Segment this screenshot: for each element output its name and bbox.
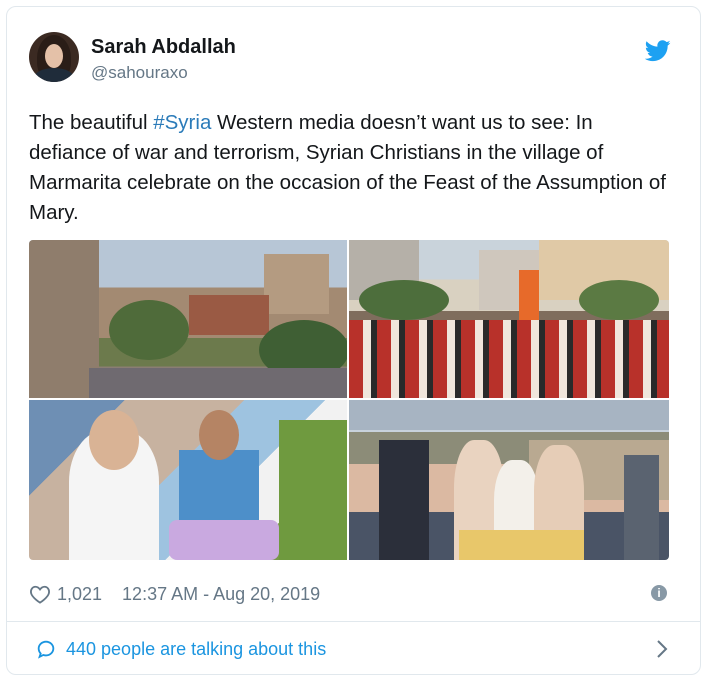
tweet-media-grid <box>29 240 669 560</box>
author-handle[interactable]: @sahouraxo <box>91 63 188 83</box>
tweet-text-before: The beautiful <box>29 111 154 134</box>
photo-parade-crowd[interactable] <box>349 240 669 398</box>
speech-bubble-icon <box>37 640 55 659</box>
heart-icon[interactable] <box>29 584 51 604</box>
hashtag-link[interactable]: #Syria <box>153 111 211 134</box>
info-icon[interactable]: i <box>651 585 667 601</box>
author-avatar[interactable] <box>29 32 79 82</box>
tweet-text: The beautiful #Syria Western media doesn… <box>29 108 669 228</box>
conversation-link[interactable]: 440 people are talking about this <box>6 622 701 675</box>
chevron-right-icon <box>657 640 668 658</box>
photo-festival-float[interactable] <box>29 400 347 560</box>
like-count[interactable]: 1,021 <box>57 584 102 605</box>
photo-village-street[interactable] <box>29 240 347 398</box>
author-display-name[interactable]: Sarah Abdallah <box>91 36 236 59</box>
tweet-timestamp[interactable]: 12:37 AM - Aug 20, 2019 <box>122 584 320 605</box>
conversation-label: 440 people are talking about this <box>66 639 327 659</box>
photo-girls-street[interactable] <box>349 400 669 560</box>
twitter-bird-icon[interactable] <box>645 40 671 62</box>
tweet-meta: 1,021 12:37 AM - Aug 20, 2019 <box>29 579 320 609</box>
